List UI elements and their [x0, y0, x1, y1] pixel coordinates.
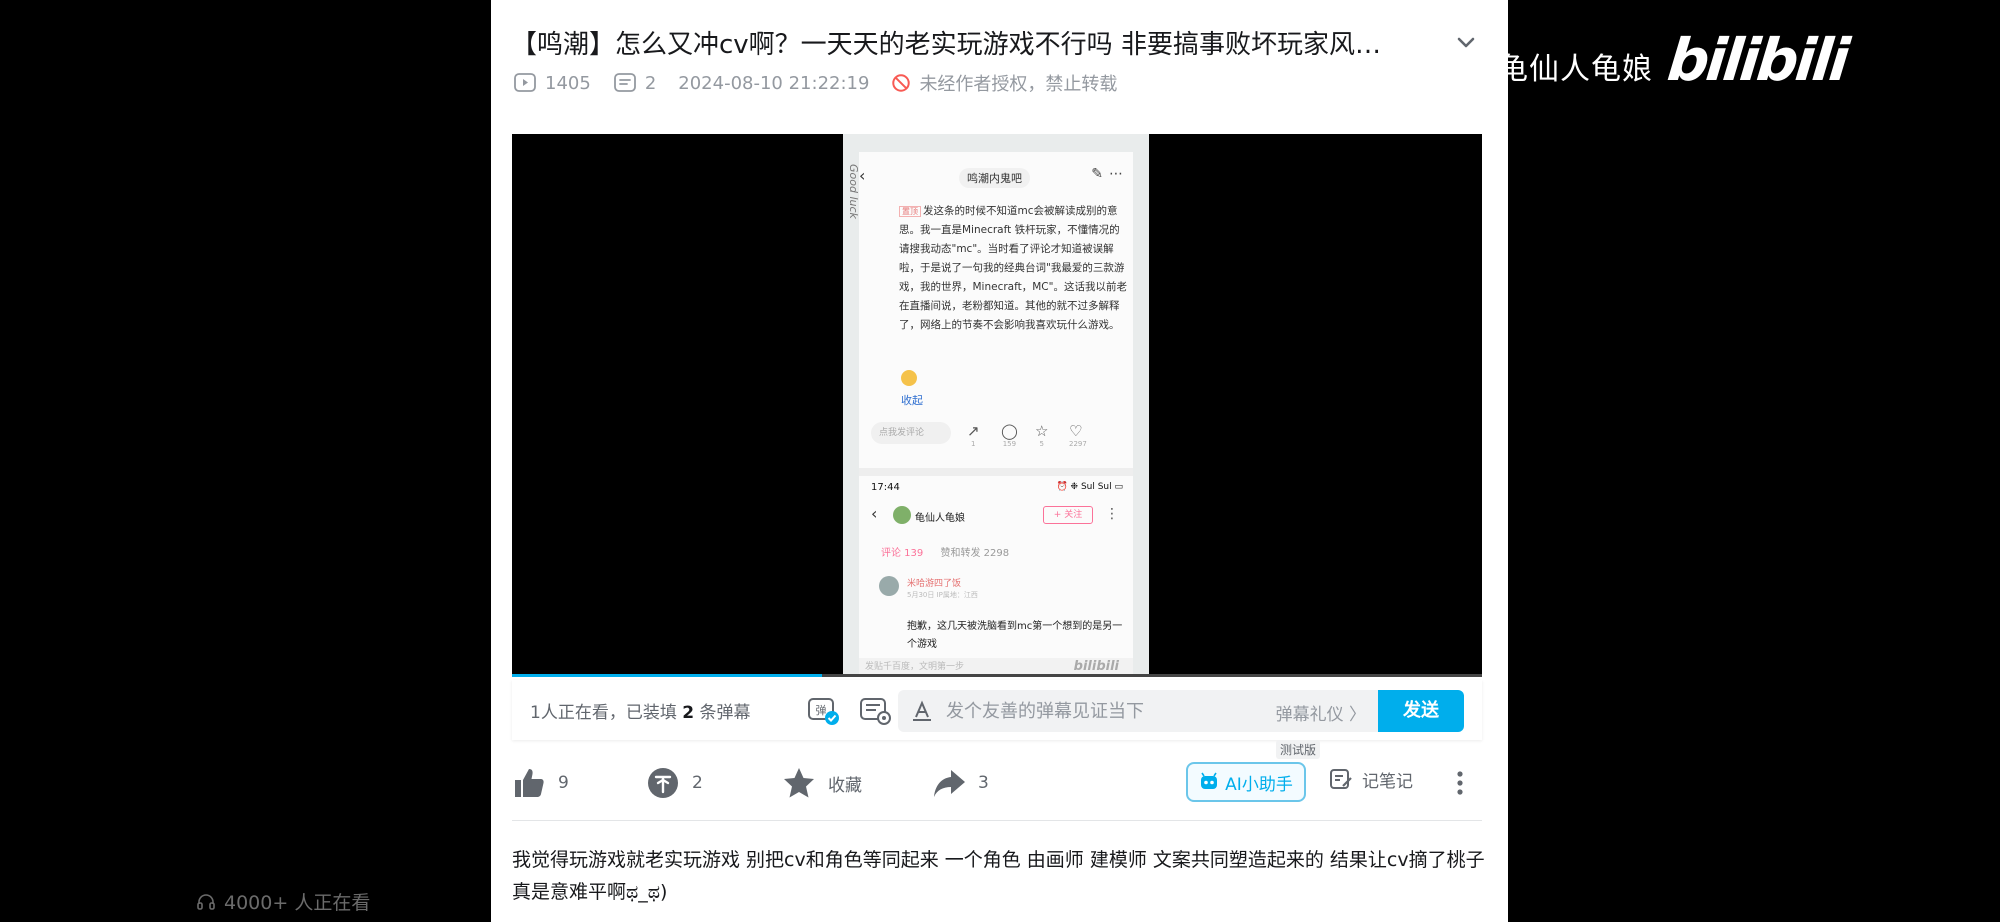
- frame-commenter-name: 米哈游四了饭: [907, 579, 962, 589]
- coin-icon: [648, 768, 678, 798]
- danmaku-info-count: 2: [682, 702, 695, 723]
- frame-reply-input: 点我发评论: [871, 422, 951, 444]
- frame-comment-meta: 5月30日 IP属地：江西: [907, 591, 978, 599]
- chevron-down-icon[interactable]: [1454, 30, 1478, 54]
- danmaku-count-value: 2: [644, 72, 657, 94]
- danmaku-send-button[interactable]: 发送: [1378, 690, 1464, 732]
- favorite-label: 收藏: [828, 775, 862, 796]
- beta-badge: 测试版: [1276, 740, 1321, 759]
- frame-user-header: ‹ 龟仙人龟娘 + 关注 ⋮: [869, 504, 1133, 528]
- frame-commenter-avatar: [879, 576, 899, 596]
- take-note-button[interactable]: 记笔记: [1328, 766, 1413, 792]
- frame-watermark: bilibili: [1073, 659, 1119, 674]
- uploader-name: 龟仙人龟娘: [1498, 52, 1653, 87]
- svg-text:弹: 弹: [816, 703, 827, 717]
- frame-share-count: 1: [971, 440, 976, 448]
- copyright-text: 未经作者授权，禁止转载: [919, 74, 1118, 95]
- frame-user-back-icon: ‹: [871, 504, 878, 523]
- frame-user-name: 龟仙人龟娘: [915, 513, 965, 524]
- frame-star-count: 5: [1039, 440, 1044, 448]
- watching-count: 4000+ 人正在看: [224, 892, 371, 914]
- note-edit-icon: [1330, 769, 1352, 789]
- take-note-label: 记笔记: [1362, 771, 1413, 792]
- copyright-notice: 未经作者授权，禁止转载: [891, 70, 1117, 96]
- danmaku-toggle-icon[interactable]: 弹: [806, 693, 840, 727]
- frame-star-icon: ☆ 5: [1035, 422, 1049, 448]
- video-progress-fill: [512, 674, 823, 677]
- frame-post-body: 发这条的时候不知道mc会被解读成别的意思。我一直是Minecraft 铁杆玩家，…: [899, 205, 1127, 331]
- play-count-icon: [514, 73, 536, 92]
- danmaku-info-suffix: 条弹幕: [699, 702, 751, 723]
- frame-emoji-icon: [901, 370, 917, 386]
- action-toolbar: 9 2 收藏 3 AI小助手 测试版 记笔记: [512, 740, 1482, 812]
- danmaku-info: 1人正在看，已装填 2 条弹幕: [530, 698, 800, 723]
- frame-phone-screen: ‹ 鸣潮内鬼吧 ✎⋯ 置顶 发这条的时候不知道mc会被解读成别的意思。我一直是Mi…: [859, 152, 1133, 676]
- robot-icon: [1201, 772, 1218, 789]
- video-meta: 1405 2 2024-08-10 21:22:19 未经作者授权，禁止转载: [513, 70, 1139, 96]
- like-count: 9: [558, 773, 569, 793]
- video-page-panel: 【鸣潮】怎么又冲cv啊？一天天的老实玩游戏不行吗 非要搞事败坏玩家风… 1405…: [491, 0, 1508, 922]
- ai-assistant-button[interactable]: AI小助手: [1186, 762, 1306, 802]
- frame-back-icon: ‹: [859, 166, 866, 185]
- coin-count: 2: [692, 773, 703, 793]
- frame-comment-icon: ◯ 159: [1001, 422, 1018, 448]
- frame-fold-link: 收起: [901, 394, 923, 407]
- frame-more-icon: ⋮: [1105, 506, 1119, 522]
- frame-status-icons: ⏰ ❉ Sul Sul ▭: [1056, 482, 1123, 492]
- view-count: 1405: [513, 72, 591, 94]
- video-frame: Good luck ‹ 鸣潮内鬼吧 ✎⋯ 置顶 发这条的时候不知道mc会被解读成别…: [843, 134, 1149, 676]
- coin-button[interactable]: 2: [646, 766, 703, 800]
- frame-like-count: 2297: [1069, 440, 1087, 448]
- danmaku-count-icon: [613, 73, 636, 92]
- frame-follow-button: + 关注: [1043, 506, 1093, 524]
- frame-forum-name: 鸣潮内鬼吧: [959, 168, 1030, 188]
- share-button[interactable]: 3: [932, 766, 989, 800]
- more-options-icon[interactable]: [1450, 768, 1470, 798]
- headphones-icon: [197, 893, 215, 910]
- frame-edit-more-icon: ✎⋯: [1091, 166, 1129, 182]
- frame-comment-count: 159: [1002, 440, 1017, 448]
- frame-post-tag: 置顶: [899, 206, 921, 217]
- title-row: 【鸣潮】怎么又冲cv啊？一天天的老实玩游戏不行吗 非要搞事败坏玩家风…: [511, 22, 1486, 62]
- danmaku-settings-icon[interactable]: [858, 693, 892, 727]
- danmaku-input[interactable]: [946, 700, 1246, 722]
- frame-user-avatar: [893, 506, 911, 524]
- danmaku-bar: 1人正在看，已装填 2 条弹幕 弹 发个友善的弹幕见证当下 弹幕礼仪 〉 发送: [512, 680, 1482, 740]
- frame-post-text: 置顶 发这条的时候不知道mc会被解读成别的意思。我一直是Minecraft 铁杆玩…: [899, 202, 1129, 335]
- frame-divider: [859, 468, 1133, 476]
- no-entry-icon: [892, 74, 911, 92]
- frame-like-icon: ♡ 2297: [1069, 422, 1087, 448]
- danmaku-count: 2: [613, 72, 656, 94]
- frame-comment-text: 抱歉，这几天被洗脑看到mc第一个想到的是另一个游戏: [907, 621, 1123, 650]
- home-indicator[interactable]: [742, 896, 1258, 906]
- toolbar-divider: [512, 820, 1482, 821]
- frame-tabs: 评论 139 赞和转发 2298: [881, 544, 1009, 559]
- publish-time: 2024-08-10 21:22:19: [678, 72, 870, 94]
- view-count-value: 1405: [545, 72, 591, 94]
- bilibili-logo: bilibili: [1664, 26, 1850, 94]
- watching-indicator: 4000+ 人正在看: [196, 888, 370, 915]
- frame-tab-comments: 评论 139: [881, 548, 924, 559]
- frame-tab-likes: 赞和转发 2298: [940, 548, 1010, 559]
- video-progress-bar[interactable]: [512, 674, 1482, 677]
- ai-assistant-label: AI小助手: [1225, 774, 1293, 795]
- thumbs-up-icon: [515, 769, 544, 797]
- share-count: 3: [978, 773, 989, 793]
- share-arrow-icon: [934, 770, 965, 797]
- frame-status-time: 17:44: [871, 482, 900, 493]
- frame-post-header: ‹ 鸣潮内鬼吧 ✎⋯: [859, 166, 1133, 188]
- video-player[interactable]: Good luck ‹ 鸣潮内鬼吧 ✎⋯ 置顶 发这条的时候不知道mc会被解读成别…: [512, 134, 1482, 676]
- like-button[interactable]: 9: [512, 766, 569, 800]
- video-title: 【鸣潮】怎么又冲cv啊？一天天的老实玩游戏不行吗 非要搞事败坏玩家风…: [511, 29, 1381, 60]
- danmaku-input-box: 弹幕礼仪 〉: [898, 690, 1378, 732]
- star-icon: [784, 768, 814, 798]
- danmaku-info-prefix: 1人正在看，已装填: [530, 702, 677, 723]
- screen: 龟仙人龟娘 bilibili 4000+ 人正在看 【鸣潮】怎么又冲cv啊？一天…: [0, 0, 2000, 922]
- frame-post-actions: 点我发评论 ↗ 1 ◯ 159 ☆ 5 ♡ 2297: [863, 422, 1133, 456]
- text-style-icon[interactable]: [910, 699, 934, 723]
- danmaku-etiquette-link[interactable]: 弹幕礼仪 〉: [1276, 700, 1366, 725]
- frame-share-icon: ↗ 1: [967, 422, 980, 448]
- favorite-button[interactable]: 收藏: [782, 766, 862, 800]
